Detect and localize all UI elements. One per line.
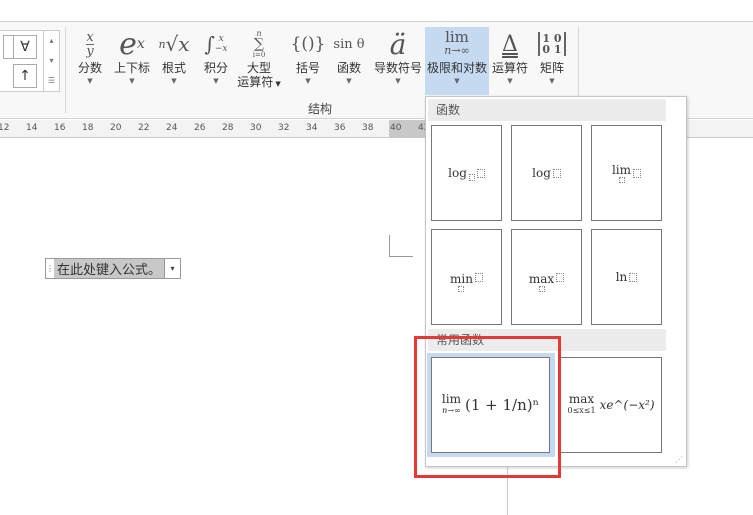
bracket-button[interactable]: {()} 括号 ▼: [290, 27, 326, 95]
fraction-button[interactable]: xy 分数 ▼: [73, 27, 107, 95]
ruler-tick: 12: [0, 123, 10, 133]
ruler-tick: 18: [82, 123, 94, 133]
radical-icon: n √x: [158, 32, 190, 56]
ruler-tick: 26: [194, 123, 206, 133]
function-min[interactable]: min: [431, 229, 502, 325]
ruler-tick: 38: [362, 123, 374, 133]
section-header-functions: 函数: [428, 99, 666, 121]
function-ln[interactable]: ln: [591, 229, 662, 325]
integral-icon: ∫ x −x: [204, 32, 228, 56]
function-icon: sin θ: [333, 36, 365, 52]
margin-corner-mark: [389, 235, 413, 257]
equation-options-icon[interactable]: ▾: [164, 259, 180, 278]
divider: [65, 27, 66, 113]
ruler-tick: 22: [138, 123, 150, 133]
ruler-tick: 20: [110, 123, 122, 133]
function-log-sub[interactable]: log: [431, 125, 502, 221]
integral-button[interactable]: ∫ x −x 积分 ▼: [199, 27, 233, 95]
ruler-tick: 40: [390, 123, 402, 133]
ruler-tick: 30: [250, 123, 262, 133]
ruler-tick: 28: [222, 123, 234, 133]
symbol-gallery: · ∀ ↑ ▴▾☰: [0, 30, 60, 92]
superscript-icon: ex: [119, 26, 145, 62]
matrix-icon: 1 00 1: [535, 27, 569, 61]
matrix-button[interactable]: 1 00 1 矩阵 ▼: [535, 27, 569, 95]
common-function-max-xe[interactable]: max 0≤x≤1 xe^(−x²): [560, 357, 662, 453]
ruler-tick: 36: [334, 123, 346, 133]
ruler-tick: 34: [306, 123, 318, 133]
function-button[interactable]: sin θ 函数 ▼: [331, 27, 367, 95]
accent-button[interactable]: ä 导数符号 ▼: [372, 27, 424, 95]
fraction-icon: xy: [86, 29, 94, 59]
ruler-tick: 24: [166, 123, 178, 133]
limit-icon: lim n→∞: [444, 28, 470, 58]
function-log[interactable]: log: [511, 125, 582, 221]
large-operator-button[interactable]: n ∑ i=0 大型 运算符 ▼: [237, 27, 281, 95]
equation-drag-handle-icon[interactable]: ⋮: [46, 265, 54, 273]
gallery-scroll[interactable]: ▴ ▾ ☰: [43, 31, 59, 91]
script-button[interactable]: ex 上下标 ▼: [111, 27, 153, 95]
group-label-structure: 结构: [308, 102, 333, 116]
equation-placeholder[interactable]: 在此处键入公式。: [54, 259, 165, 278]
title-bar: [0, 0, 753, 22]
operator-button[interactable]: Δ 运算符 ▼: [491, 27, 529, 95]
function-max[interactable]: max: [511, 229, 582, 325]
equation-box[interactable]: ⋮ 在此处键入公式。 ▾: [45, 258, 182, 279]
gallery-symbol-up-arrow[interactable]: ↑: [13, 64, 37, 88]
radical-button[interactable]: n √x 根式 ▼: [157, 27, 191, 95]
gallery-symbol-forall[interactable]: ∀: [13, 35, 37, 59]
red-annotation-box: [414, 336, 561, 478]
accent-icon: ä: [389, 27, 407, 61]
operator-icon: Δ: [502, 31, 518, 57]
ruler-tick: 32: [278, 123, 290, 133]
ruler-tick: 14: [26, 123, 38, 133]
bracket-icon: {()}: [290, 34, 326, 54]
resize-grip-icon[interactable]: ⋰: [675, 455, 683, 464]
limit-and-log-button[interactable]: lim n→∞ 极限和对数 ▼: [425, 27, 489, 95]
summation-icon: n ∑ i=0: [252, 28, 266, 59]
function-lim[interactable]: lim: [591, 125, 662, 221]
ruler-tick: 16: [54, 123, 66, 133]
